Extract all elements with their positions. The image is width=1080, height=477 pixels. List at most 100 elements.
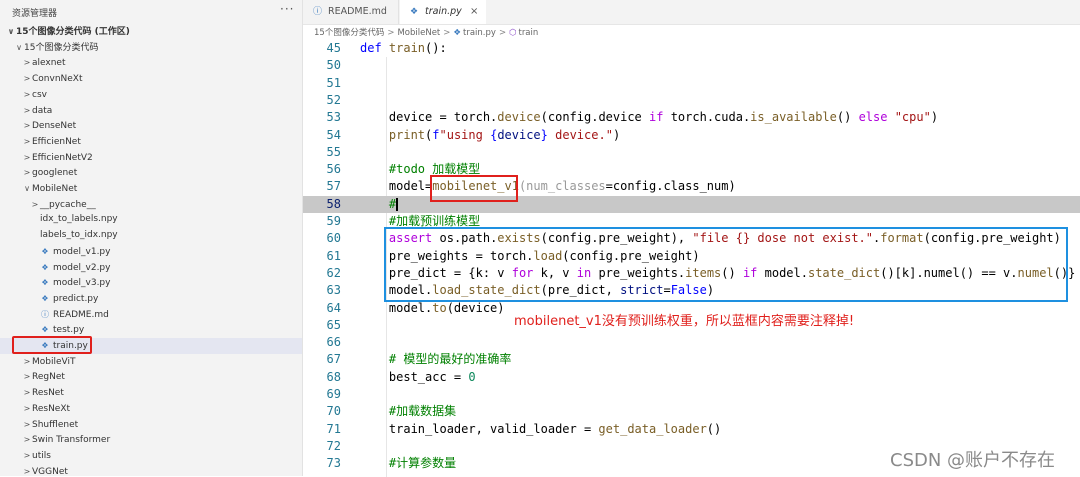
model-red-highlight-box (430, 175, 518, 202)
code-line[interactable]: 70 #加载数据集 (303, 403, 1080, 420)
line-number: 64 (326, 300, 341, 315)
chevron-right-icon[interactable]: > (22, 354, 32, 370)
chevron-right-icon[interactable]: > (22, 448, 32, 464)
chevron-right-icon[interactable]: > (22, 385, 32, 401)
line-number: 70 (326, 404, 341, 419)
tree-item[interactable]: > csv (0, 87, 302, 103)
chevron-right-icon[interactable]: > (22, 401, 32, 417)
breadcrumb-item-workspace[interactable]: 15个图像分类代码 (314, 28, 384, 38)
tree-item-label: model_v2.py (53, 262, 111, 273)
chevron-right-icon[interactable]: > (22, 150, 32, 166)
chevron-right-icon[interactable]: > (22, 417, 32, 433)
code-line[interactable]: 51 (303, 75, 1080, 92)
tree-item[interactable]: > RegNet (0, 369, 302, 385)
breadcrumb-item-symbol[interactable]: train (518, 28, 538, 38)
tab-train[interactable]: ❖ train.py × (400, 0, 486, 24)
tree-item-label: model_v1.py (53, 246, 111, 257)
code-line[interactable]: 71 train_loader, valid_loader = get_data… (303, 421, 1080, 438)
tree-item-label: ResNet (32, 388, 64, 399)
chevron-right-icon[interactable]: > (22, 118, 32, 134)
breadcrumb-item-file[interactable]: train.py (463, 28, 496, 38)
tree-item[interactable]: > alexnet (0, 55, 302, 71)
tree-item[interactable]: > Swin Transformer (0, 432, 302, 448)
code-token: "using (439, 127, 491, 142)
chevron-right-icon[interactable]: > (22, 165, 32, 181)
code-line[interactable]: 50 (303, 57, 1080, 74)
code-token: is_available (750, 110, 837, 125)
tree-item[interactable]: > Shufflenet (0, 417, 302, 433)
tree-item[interactable]: > EfficienNetV2 (0, 150, 302, 166)
code-line[interactable]: 52 (303, 92, 1080, 109)
tab-readme[interactable]: ⓘ README.md (303, 0, 399, 24)
code-token: "cpu" (894, 110, 931, 125)
code-line[interactable]: 68 best_acc = 0 (303, 369, 1080, 386)
chevron-right-icon[interactable]: > (22, 103, 32, 119)
line-number: 45 (326, 41, 341, 55)
tree-item-label: RegNet (32, 372, 65, 383)
code-line[interactable]: 69 (303, 386, 1080, 403)
line-number: 52 (326, 92, 341, 107)
tree-item[interactable]: ∨ MobileNet (0, 181, 302, 197)
info-icon: ⓘ (313, 7, 323, 17)
tree-item-label: test.py (53, 325, 85, 336)
code-line[interactable]: 54 print(f"using {device} device.") (303, 127, 1080, 144)
code-token: #加载数据集 (388, 404, 457, 419)
tree-item[interactable]: > ResNet (0, 385, 302, 401)
tree-item[interactable]: ❖ model_v1.py (0, 244, 302, 260)
tree-item[interactable]: > utils (0, 448, 302, 464)
code-token: train (388, 41, 426, 55)
code-line[interactable]: 57 model=mobilenet_v1(num_classes=config… (303, 178, 1080, 195)
tree-item[interactable]: > DenseNet (0, 118, 302, 134)
tree-item-label: VGGNet (32, 466, 68, 476)
code-line[interactable]: 66 (303, 334, 1080, 351)
chevron-right-icon[interactable]: > (22, 87, 32, 103)
tree-item[interactable]: ❖ predict.py (0, 291, 302, 307)
tree-item[interactable]: ❖ model_v2.py (0, 260, 302, 276)
tree-item[interactable]: idx_to_labels.npy (0, 212, 302, 228)
code-line[interactable]: 53 device = torch.device(config.device i… (303, 109, 1080, 126)
tree-item[interactable]: ∨ 15个图像分类代码 (0, 40, 302, 56)
chevron-right-icon[interactable]: > (22, 55, 32, 71)
code-token: device." (547, 127, 613, 142)
tree-item[interactable]: > ConvnNeXt (0, 71, 302, 87)
tree-item[interactable]: > data (0, 103, 302, 119)
code-token: =config.class_num) (605, 179, 736, 194)
breadcrumb-item-folder[interactable]: MobileNet (397, 28, 440, 38)
line-number: 73 (326, 456, 341, 471)
close-icon[interactable]: × (470, 0, 478, 24)
tree-item[interactable]: ∨ 15个图像分类代码 (工作区) (0, 24, 302, 40)
tree-item[interactable]: > ResNeXt (0, 401, 302, 417)
tree-item[interactable]: labels_to_idx.npy (0, 228, 302, 244)
line-number: 68 (326, 369, 341, 384)
code-line[interactable]: 67 # 模型的最好的准确率 (303, 351, 1080, 368)
chevron-right-icon[interactable]: > (22, 71, 32, 87)
tree-item[interactable]: > __pycache__ (0, 197, 302, 213)
python-file-icon: ❖ (41, 278, 49, 288)
tree-item[interactable]: > EfficienNet (0, 134, 302, 150)
chevron-right-icon[interactable]: > (22, 134, 32, 150)
code-line[interactable]: 58 # (303, 195, 1080, 213)
code-line[interactable]: 45 def train(): (303, 40, 1080, 57)
chevron-right-icon[interactable]: > (22, 369, 32, 385)
more-actions-icon[interactable]: ··· (280, 2, 294, 16)
tree-item[interactable]: > googlenet (0, 165, 302, 181)
tree-item[interactable]: ⓘ README.md (0, 307, 302, 323)
breadcrumb-separator: > (387, 28, 395, 38)
tree-item[interactable]: > MobileViT (0, 354, 302, 370)
code-line[interactable]: 55 (303, 144, 1080, 161)
chevron-right-icon[interactable]: > (22, 464, 32, 476)
tree-item[interactable]: > VGGNet (0, 464, 302, 476)
chevron-right-icon[interactable]: > (22, 432, 32, 448)
line-number: 65 (326, 317, 341, 332)
tree-item[interactable]: ❖ model_v3.py (0, 275, 302, 291)
chevron-right-icon[interactable]: > (30, 197, 40, 213)
code-line[interactable]: 56 #todo 加载模型 (303, 161, 1080, 178)
chevron-down-icon[interactable]: ∨ (6, 24, 16, 40)
code-token: (device) (446, 300, 505, 315)
code-editor[interactable]: 45 def train(): 50 51 52 53 device = torch.de… (303, 40, 1080, 477)
chevron-down-icon[interactable]: ∨ (14, 40, 24, 56)
chevron-down-icon[interactable]: ∨ (22, 181, 32, 197)
